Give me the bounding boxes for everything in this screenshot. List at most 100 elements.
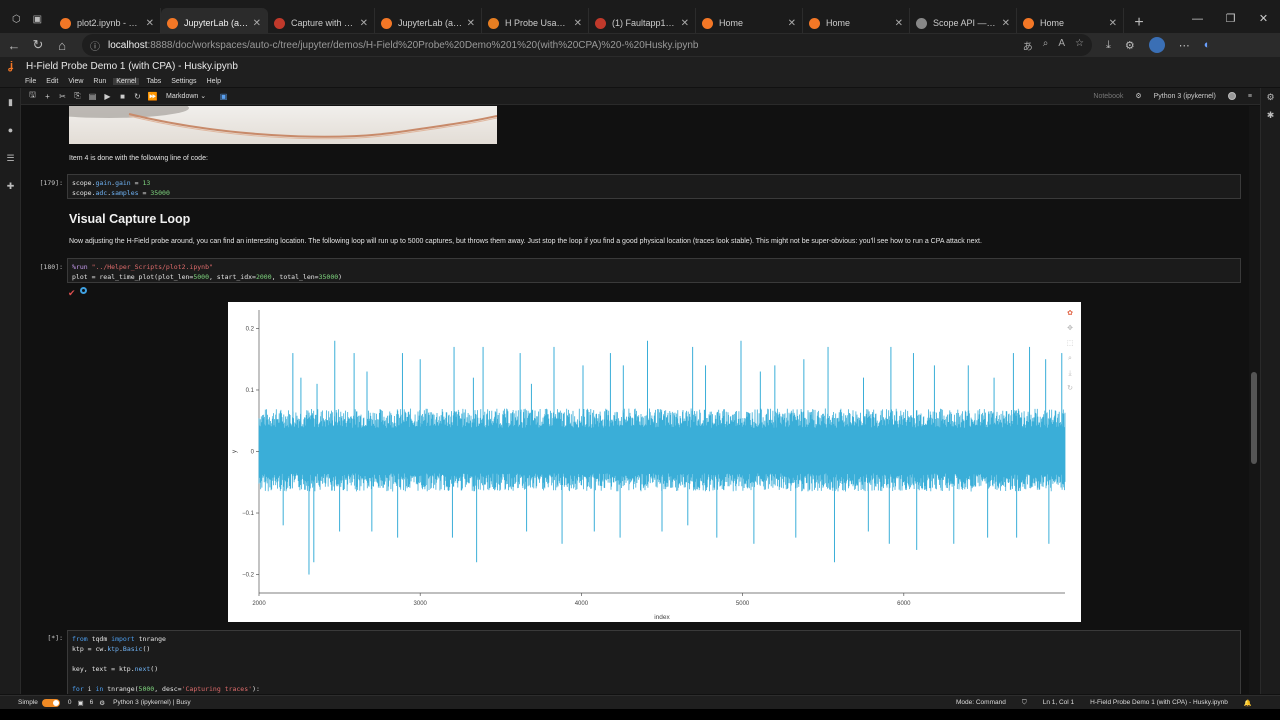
table-of-contents-icon[interactable]: ☰ bbox=[0, 144, 21, 172]
debugger-icon[interactable]: ▣ bbox=[216, 92, 231, 101]
file-browser-icon[interactable]: ▮ bbox=[0, 88, 21, 116]
save-icon[interactable]: 🖫 bbox=[25, 89, 40, 103]
back-icon[interactable]: ← bbox=[2, 38, 26, 53]
code-cell[interactable]: %run "../Helper_Scripts/plot2.ipynb" plo… bbox=[67, 258, 1241, 283]
notebook-label[interactable]: Notebook bbox=[1093, 93, 1123, 100]
menu-item-run[interactable]: Run bbox=[90, 78, 109, 85]
extensions-puzzle-icon[interactable]: ✚ bbox=[0, 172, 21, 200]
tab-title: (1) Faultapp1 pyth bbox=[612, 18, 677, 28]
code-line: scope.gain.gain = 13 bbox=[72, 179, 151, 187]
tab-favicon-icon bbox=[702, 17, 713, 29]
toolbar-right: Notebook ⚙ Python 3 (ipykernel) ≡ bbox=[1093, 92, 1260, 100]
downloads-icon[interactable]: ⤓ bbox=[1106, 39, 1111, 52]
home-icon[interactable]: ⌂ bbox=[50, 38, 74, 53]
box-zoom-icon[interactable]: ⬚ bbox=[1067, 338, 1074, 349]
status-file-name: H-Field Probe Demo 1 (with CPA) - Husky.… bbox=[1090, 698, 1228, 706]
y-axis-label: y bbox=[231, 449, 238, 453]
markdown-text: Now adjusting the H-Field probe around, … bbox=[69, 238, 982, 245]
zoom-icon[interactable]: ⌕ bbox=[1043, 38, 1049, 53]
cut-icon[interactable]: ✂ bbox=[55, 92, 70, 101]
restart-icon[interactable]: ↻ bbox=[130, 92, 145, 101]
x-tick-label: 2000 bbox=[252, 601, 266, 607]
menu-item-help[interactable]: Help bbox=[204, 78, 224, 85]
plot-toolbar: ✿ ✥ ⬚ ⌕ ⤓ ↻ bbox=[1063, 308, 1077, 394]
tab-close-icon[interactable]: ✕ bbox=[1002, 18, 1010, 29]
tab-title: Home bbox=[826, 18, 851, 28]
copilot-icon[interactable]: ◐ bbox=[1204, 39, 1211, 51]
notebook-content[interactable]: Item 4 is done with the following line o… bbox=[21, 106, 1248, 694]
property-inspector-icon[interactable]: ⚙ bbox=[1261, 88, 1280, 106]
translate-icon[interactable]: あ bbox=[1023, 38, 1033, 53]
running-kernels-icon[interactable]: ● bbox=[0, 116, 21, 144]
kernel-busy-status[interactable]: Python 3 (ipykernel) | Busy bbox=[113, 699, 191, 706]
run-all-icon[interactable]: ⏩ bbox=[145, 92, 160, 101]
shield-icon[interactable]: ⛉ bbox=[1022, 699, 1027, 707]
simple-mode-label: Simple bbox=[18, 699, 38, 706]
terminal-count[interactable]: 0 bbox=[68, 699, 72, 706]
paste-icon[interactable]: ▤ bbox=[85, 92, 100, 101]
tab-favicon-icon bbox=[595, 17, 606, 29]
probe-cable-drawing bbox=[69, 106, 497, 140]
copy-icon[interactable]: ⎘ bbox=[70, 91, 85, 101]
probe-photo bbox=[69, 106, 497, 144]
tab-title: Capture with RF pr bbox=[291, 18, 356, 28]
tab-close-icon[interactable]: ✕ bbox=[360, 18, 368, 29]
tab-close-icon[interactable]: ✕ bbox=[574, 18, 582, 29]
code-cell[interactable]: from tqdm import tnrange ktp = cw.ktp.Ba… bbox=[67, 630, 1241, 694]
code-cell[interactable]: scope.gain.gain = 13 scope.adc.samples =… bbox=[67, 174, 1241, 199]
favorite-star-icon[interactable]: ☆ bbox=[1075, 38, 1084, 53]
tab-close-icon[interactable]: ✕ bbox=[895, 18, 903, 29]
run-icon[interactable]: ▶ bbox=[100, 92, 115, 101]
x-tick-label: 3000 bbox=[414, 601, 428, 607]
menu-item-settings[interactable]: Settings bbox=[168, 78, 199, 85]
workspaces-icon[interactable]: ⬡ bbox=[12, 14, 21, 25]
plot-output[interactable]: −0.2 −0.1 0 0.1 0.2 2000 3000 4000 5000 6000 index… bbox=[228, 302, 1081, 622]
jupyter-title-bar: ʝ H-Field Probe Demo 1 (with CPA) - Husk… bbox=[0, 57, 1280, 75]
tab-close-icon[interactable]: ✕ bbox=[146, 18, 154, 29]
notification-bell-icon[interactable]: 🔔 bbox=[1244, 699, 1252, 707]
section-heading: Visual Capture Loop bbox=[69, 212, 191, 226]
address-bar[interactable]: ⓘ localhost :8888/doc/workspaces/auto-c/… bbox=[82, 34, 1092, 56]
tab-title: Scope API — Chip bbox=[933, 18, 998, 28]
insert-cell-icon[interactable]: + bbox=[40, 92, 55, 101]
reload-icon[interactable]: ↻ bbox=[26, 37, 50, 53]
tab-close-icon[interactable]: ✕ bbox=[681, 18, 689, 29]
tab-actions-icon[interactable]: ▣ bbox=[33, 14, 42, 25]
tab-favicon-icon bbox=[809, 17, 820, 29]
reset-plot-icon[interactable]: ↻ bbox=[1067, 383, 1073, 394]
menu-item-edit[interactable]: Edit bbox=[43, 78, 61, 85]
simple-mode-toggle[interactable] bbox=[41, 698, 60, 707]
stop-icon[interactable]: ■ bbox=[115, 92, 130, 101]
tab-close-icon[interactable]: ✕ bbox=[788, 18, 796, 29]
left-sidebar: ▮ ● ☰ ✚ bbox=[0, 88, 21, 694]
scrollbar-thumb[interactable] bbox=[1251, 372, 1257, 464]
mode-status: Mode: Command bbox=[955, 698, 1006, 706]
tab-favicon-icon bbox=[381, 17, 392, 29]
menu-item-tabs[interactable]: Tabs bbox=[143, 78, 164, 85]
wheel-zoom-icon[interactable]: ⌕ bbox=[1068, 353, 1072, 364]
tab-close-icon[interactable]: ✕ bbox=[1109, 18, 1117, 29]
debugger-bug-icon[interactable]: ✱ bbox=[1261, 106, 1280, 124]
tab-close-icon[interactable]: ✕ bbox=[253, 18, 261, 29]
cursor-position[interactable]: Ln 1, Col 1 bbox=[1043, 699, 1074, 707]
menu-item-view[interactable]: View bbox=[65, 78, 86, 85]
code-line: from tqdm import tnrange bbox=[72, 635, 166, 643]
kernel-name[interactable]: Python 3 (ipykernel) bbox=[1154, 93, 1216, 100]
more-menu-icon[interactable]: ⋯ bbox=[1179, 39, 1190, 52]
cell-type-select[interactable]: Markdown ⌄ bbox=[166, 92, 216, 100]
extensions-icon[interactable]: ⚙ bbox=[1125, 39, 1135, 52]
menu-item-kernel[interactable]: Kernel bbox=[113, 77, 140, 85]
profile-avatar[interactable] bbox=[1148, 37, 1165, 53]
notebook-scrollbar[interactable] bbox=[1249, 106, 1260, 694]
toolbar-menu-icon[interactable]: ≡ bbox=[1248, 93, 1252, 100]
bokeh-logo-icon[interactable]: ✿ bbox=[1067, 308, 1073, 319]
save-plot-icon[interactable]: ⤓ bbox=[1068, 368, 1071, 379]
read-aloud-icon[interactable]: A bbox=[1058, 38, 1065, 53]
tab-close-icon[interactable]: ✕ bbox=[467, 18, 475, 29]
menu-item-file[interactable]: File bbox=[22, 78, 39, 85]
pan-tool-icon[interactable]: ✥ bbox=[1067, 323, 1073, 334]
kernel-settings-icon[interactable]: ⚙ bbox=[1135, 92, 1141, 100]
site-info-icon[interactable]: ⓘ bbox=[90, 38, 100, 53]
kernel-count[interactable]: 6 bbox=[90, 699, 94, 706]
